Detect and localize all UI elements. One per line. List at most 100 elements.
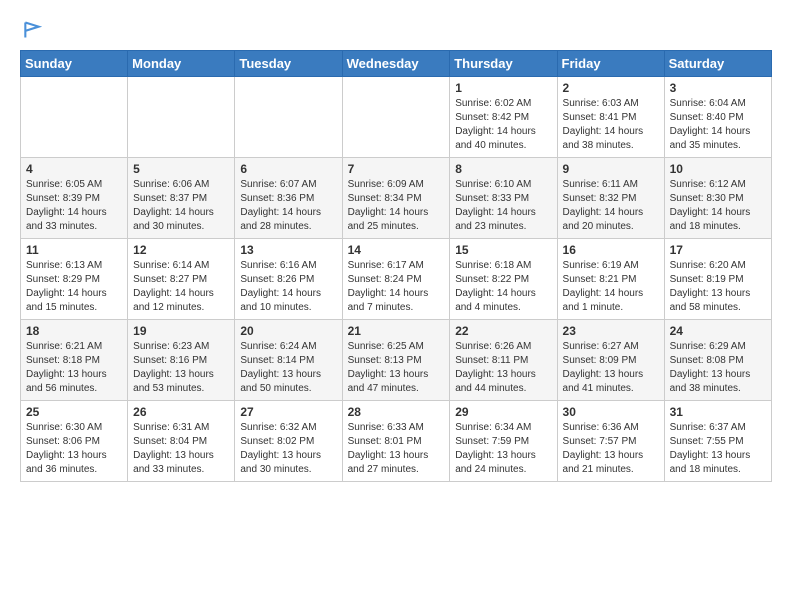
calendar-week-1: 1Sunrise: 6:02 AM Sunset: 8:42 PM Daylig… bbox=[21, 77, 772, 158]
day-info: Sunrise: 6:26 AM Sunset: 8:11 PM Dayligh… bbox=[455, 340, 551, 396]
day-number: 29 bbox=[455, 405, 551, 419]
day-info: Sunrise: 6:32 AM Sunset: 8:02 PM Dayligh… bbox=[240, 421, 336, 477]
calendar-week-5: 25Sunrise: 6:30 AM Sunset: 8:06 PM Dayli… bbox=[21, 401, 772, 482]
day-info: Sunrise: 6:23 AM Sunset: 8:16 PM Dayligh… bbox=[133, 340, 229, 396]
calendar-cell-15: 15Sunrise: 6:18 AM Sunset: 8:22 PM Dayli… bbox=[450, 239, 557, 320]
day-number: 28 bbox=[348, 405, 445, 419]
calendar-week-3: 11 Sunrise: 6:13 AM Sunset: 8:29 PM Dayli… bbox=[21, 239, 772, 320]
calendar-week-2: 4 Sunrise: 6:05 AM Sunset: 8:39 PM Daylig… bbox=[21, 158, 772, 239]
day-info: Sunrise: 6:05 AM Sunset: 8:39 PM Dayligh… bbox=[26, 178, 122, 234]
weekday-header-saturday: Saturday bbox=[664, 51, 771, 77]
day-info: Sunrise: 6:02 AM Sunset: 8:42 PM Dayligh… bbox=[455, 97, 551, 153]
day-info: Sunrise: 6:33 AM Sunset: 8:01 PM Dayligh… bbox=[348, 421, 445, 477]
calendar-cell-26: 26 Sunrise: 6:31 AM Sunset: 8:04 PM Dayli… bbox=[128, 401, 235, 482]
day-number: 7 bbox=[348, 162, 445, 176]
day-info: Sunrise: 6:37 AM Sunset: 7:55 PM Dayligh… bbox=[670, 421, 766, 477]
day-info: Sunrise: 6:10 AM Sunset: 8:33 PM Dayligh… bbox=[455, 178, 551, 234]
day-info: Sunrise: 6:25 AM Sunset: 8:13 PM Dayligh… bbox=[348, 340, 445, 396]
weekday-header-thursday: Thursday bbox=[450, 51, 557, 77]
day-number: 2 bbox=[563, 81, 659, 95]
day-info: Sunrise: 6:09 AM Sunset: 8:34 PM Dayligh… bbox=[348, 178, 445, 234]
day-number: 13 bbox=[240, 243, 336, 257]
day-number: 3 bbox=[670, 81, 766, 95]
calendar-cell-empty-0-2 bbox=[235, 77, 342, 158]
weekday-header-monday: Monday bbox=[128, 51, 235, 77]
header bbox=[20, 20, 772, 40]
calendar-cell-18: 18 Sunrise: 6:21 AM Sunset: 8:18 PM Dayli… bbox=[21, 320, 128, 401]
day-info: Sunrise: 6:03 AM Sunset: 8:41 PM Dayligh… bbox=[563, 97, 659, 153]
day-info: Sunrise: 6:12 AM Sunset: 8:30 PM Dayligh… bbox=[670, 178, 766, 234]
calendar-cell-17: 17Sunrise: 6:20 AM Sunset: 8:19 PM Dayli… bbox=[664, 239, 771, 320]
day-number: 6 bbox=[240, 162, 336, 176]
day-number: 14 bbox=[348, 243, 445, 257]
calendar-cell-19: 19 Sunrise: 6:23 AM Sunset: 8:16 PM Dayli… bbox=[128, 320, 235, 401]
calendar-cell-8: 8 Sunrise: 6:10 AM Sunset: 8:33 PM Daylig… bbox=[450, 158, 557, 239]
day-number: 17 bbox=[670, 243, 766, 257]
day-number: 21 bbox=[348, 324, 445, 338]
day-number: 20 bbox=[240, 324, 336, 338]
calendar-cell-3: 3 Sunrise: 6:04 AM Sunset: 8:40 PM Daylig… bbox=[664, 77, 771, 158]
day-number: 27 bbox=[240, 405, 336, 419]
calendar-cell-empty-0-1 bbox=[128, 77, 235, 158]
day-number: 23 bbox=[563, 324, 659, 338]
day-number: 31 bbox=[670, 405, 766, 419]
day-number: 22 bbox=[455, 324, 551, 338]
day-info: Sunrise: 6:17 AM Sunset: 8:24 PM Dayligh… bbox=[348, 259, 445, 315]
calendar-cell-20: 20Sunrise: 6:24 AM Sunset: 8:14 PM Dayli… bbox=[235, 320, 342, 401]
calendar-cell-25: 25Sunrise: 6:30 AM Sunset: 8:06 PM Dayli… bbox=[21, 401, 128, 482]
weekday-header-row: SundayMondayTuesdayWednesdayThursdayFrid… bbox=[21, 51, 772, 77]
day-info: Sunrise: 6:34 AM Sunset: 7:59 PM Dayligh… bbox=[455, 421, 551, 477]
calendar-cell-2: 2 Sunrise: 6:03 AM Sunset: 8:41 PM Daylig… bbox=[557, 77, 664, 158]
day-info: Sunrise: 6:30 AM Sunset: 8:06 PM Dayligh… bbox=[26, 421, 122, 477]
calendar-cell-9: 9Sunrise: 6:11 AM Sunset: 8:32 PM Daylig… bbox=[557, 158, 664, 239]
calendar-cell-7: 7 Sunrise: 6:09 AM Sunset: 8:34 PM Daylig… bbox=[342, 158, 450, 239]
calendar-cell-29: 29 Sunrise: 6:34 AM Sunset: 7:59 PM Dayli… bbox=[450, 401, 557, 482]
logo bbox=[20, 20, 42, 40]
day-number: 18 bbox=[26, 324, 122, 338]
day-number: 26 bbox=[133, 405, 229, 419]
calendar-cell-27: 27 Sunrise: 6:32 AM Sunset: 8:02 PM Dayli… bbox=[235, 401, 342, 482]
calendar-cell-6: 6Sunrise: 6:07 AM Sunset: 8:36 PM Daylig… bbox=[235, 158, 342, 239]
day-number: 5 bbox=[133, 162, 229, 176]
day-info: Sunrise: 6:27 AM Sunset: 8:09 PM Dayligh… bbox=[563, 340, 659, 396]
day-info: Sunrise: 6:19 AM Sunset: 8:21 PM Dayligh… bbox=[563, 259, 659, 315]
day-info: Sunrise: 6:36 AM Sunset: 7:57 PM Dayligh… bbox=[563, 421, 659, 477]
calendar-cell-21: 21 Sunrise: 6:25 AM Sunset: 8:13 PM Dayli… bbox=[342, 320, 450, 401]
day-number: 11 bbox=[26, 243, 122, 257]
calendar-cell-empty-0-0 bbox=[21, 77, 128, 158]
weekday-header-tuesday: Tuesday bbox=[235, 51, 342, 77]
day-number: 4 bbox=[26, 162, 122, 176]
calendar-cell-empty-0-3 bbox=[342, 77, 450, 158]
weekday-header-wednesday: Wednesday bbox=[342, 51, 450, 77]
day-info: Sunrise: 6:31 AM Sunset: 8:04 PM Dayligh… bbox=[133, 421, 229, 477]
calendar-cell-1: 1Sunrise: 6:02 AM Sunset: 8:42 PM Daylig… bbox=[450, 77, 557, 158]
day-number: 12 bbox=[133, 243, 229, 257]
calendar-cell-23: 23 Sunrise: 6:27 AM Sunset: 8:09 PM Dayli… bbox=[557, 320, 664, 401]
calendar-cell-22: 22 Sunrise: 6:26 AM Sunset: 8:11 PM Dayli… bbox=[450, 320, 557, 401]
day-info: Sunrise: 6:06 AM Sunset: 8:37 PM Dayligh… bbox=[133, 178, 229, 234]
calendar-cell-30: 30 Sunrise: 6:36 AM Sunset: 7:57 PM Dayli… bbox=[557, 401, 664, 482]
calendar-cell-14: 14 Sunrise: 6:17 AM Sunset: 8:24 PM Dayli… bbox=[342, 239, 450, 320]
calendar-week-4: 18 Sunrise: 6:21 AM Sunset: 8:18 PM Dayli… bbox=[21, 320, 772, 401]
logo-flag-icon bbox=[22, 20, 42, 40]
day-info: Sunrise: 6:16 AM Sunset: 8:26 PM Dayligh… bbox=[240, 259, 336, 315]
day-info: Sunrise: 6:04 AM Sunset: 8:40 PM Dayligh… bbox=[670, 97, 766, 153]
day-number: 16 bbox=[563, 243, 659, 257]
calendar-cell-31: 31 Sunrise: 6:37 AM Sunset: 7:55 PM Dayli… bbox=[664, 401, 771, 482]
day-info: Sunrise: 6:14 AM Sunset: 8:27 PM Dayligh… bbox=[133, 259, 229, 315]
day-number: 24 bbox=[670, 324, 766, 338]
calendar-cell-10: 10 Sunrise: 6:12 AM Sunset: 8:30 PM Dayli… bbox=[664, 158, 771, 239]
day-number: 30 bbox=[563, 405, 659, 419]
calendar-cell-4: 4 Sunrise: 6:05 AM Sunset: 8:39 PM Daylig… bbox=[21, 158, 128, 239]
day-number: 10 bbox=[670, 162, 766, 176]
day-info: Sunrise: 6:13 AM Sunset: 8:29 PM Dayligh… bbox=[26, 259, 122, 315]
calendar-cell-12: 12 Sunrise: 6:14 AM Sunset: 8:27 PM Dayli… bbox=[128, 239, 235, 320]
day-number: 19 bbox=[133, 324, 229, 338]
day-info: Sunrise: 6:18 AM Sunset: 8:22 PM Dayligh… bbox=[455, 259, 551, 315]
calendar-cell-28: 28 Sunrise: 6:33 AM Sunset: 8:01 PM Dayli… bbox=[342, 401, 450, 482]
day-number: 8 bbox=[455, 162, 551, 176]
calendar-cell-16: 16 Sunrise: 6:19 AM Sunset: 8:21 PM Dayli… bbox=[557, 239, 664, 320]
day-info: Sunrise: 6:21 AM Sunset: 8:18 PM Dayligh… bbox=[26, 340, 122, 396]
calendar-cell-24: 24Sunrise: 6:29 AM Sunset: 8:08 PM Dayli… bbox=[664, 320, 771, 401]
day-info: Sunrise: 6:11 AM Sunset: 8:32 PM Dayligh… bbox=[563, 178, 659, 234]
